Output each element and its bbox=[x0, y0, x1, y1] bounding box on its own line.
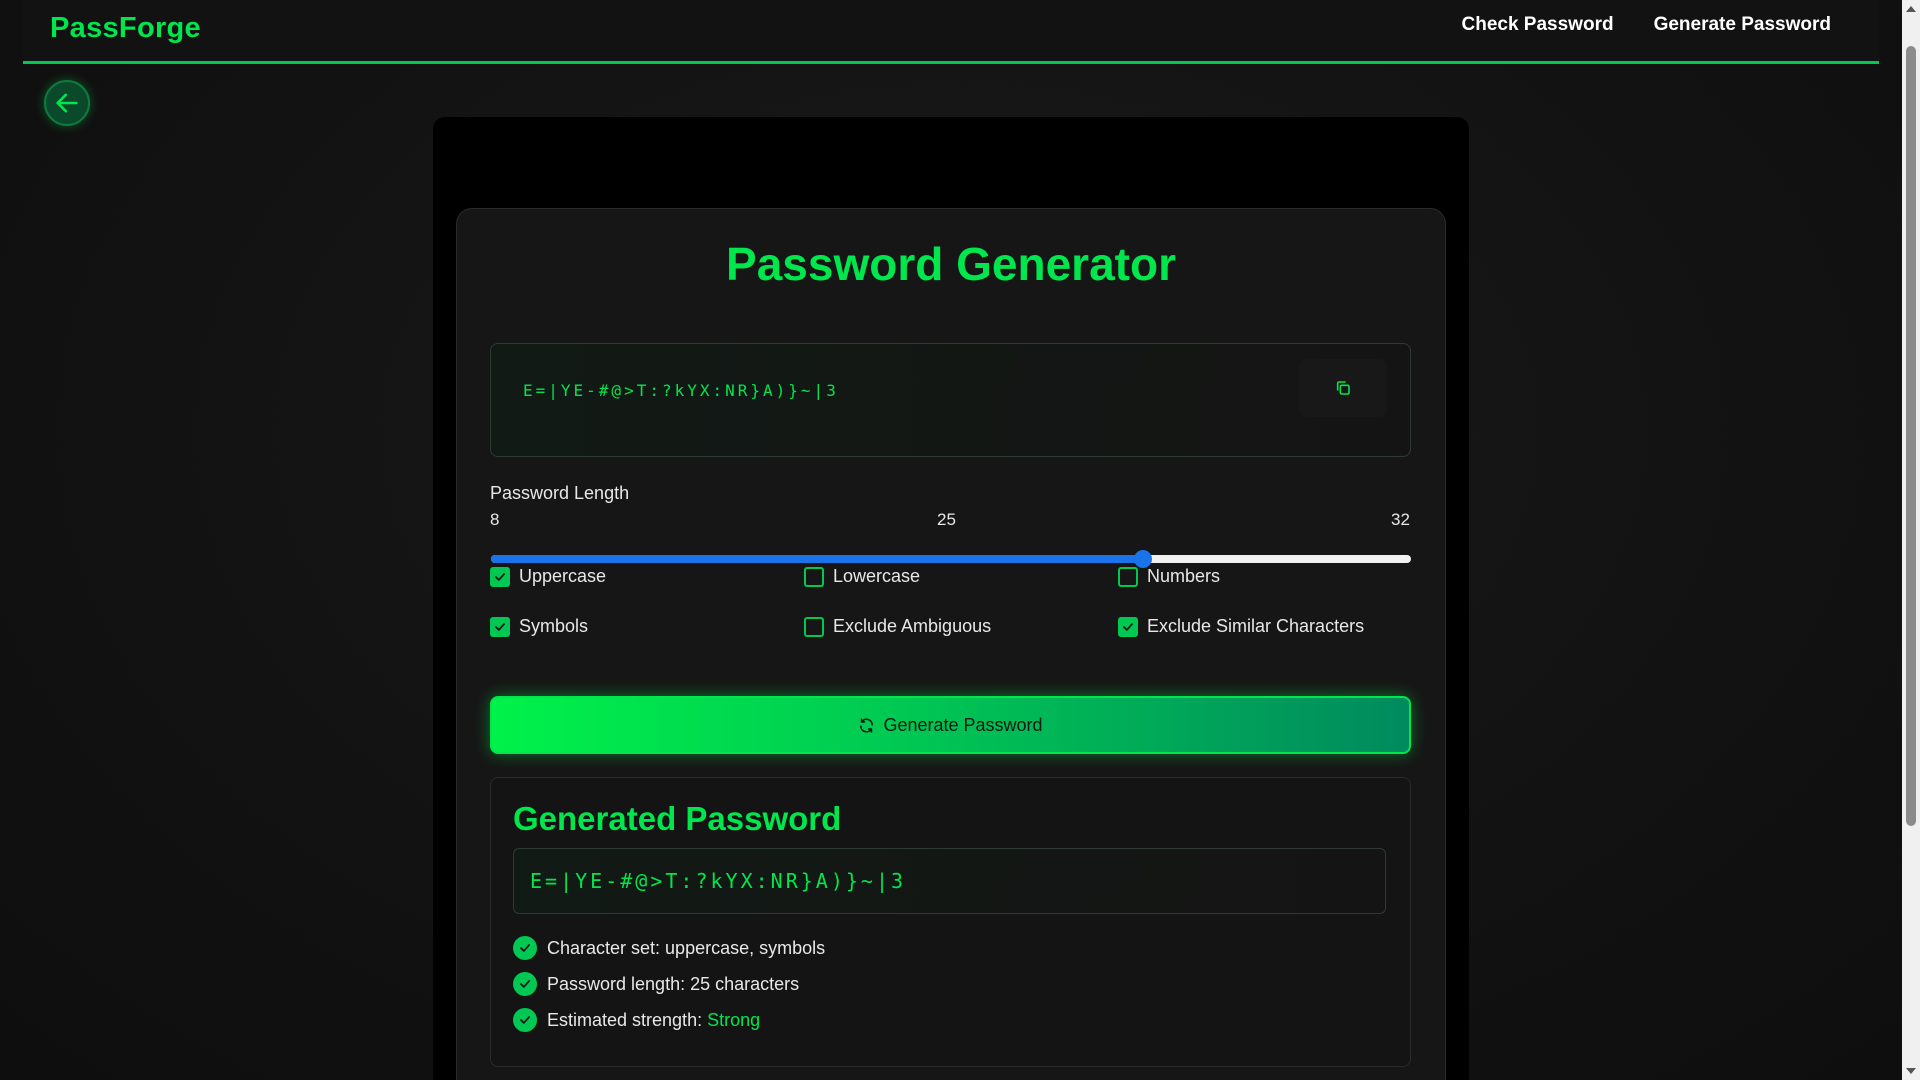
generate-password-button[interactable]: Generate Password bbox=[490, 696, 1411, 754]
scroll-down-arrow-icon[interactable] bbox=[1906, 1068, 1916, 1074]
nav-link-generate-password[interactable]: Generate Password bbox=[1654, 14, 1831, 36]
refresh-icon bbox=[860, 717, 874, 733]
check-icon bbox=[513, 972, 537, 996]
scroll-thumb[interactable] bbox=[1906, 46, 1916, 826]
nav-link-check-password[interactable]: Check Password bbox=[1462, 14, 1614, 36]
generated-password-field: E=|YE-#@>T:?kYX:NR}A)}~|3 bbox=[513, 848, 1386, 914]
numbers-checkbox[interactable] bbox=[1118, 566, 1138, 587]
symbols-label: Symbols bbox=[519, 616, 589, 636]
info-character-set: Character set: uppercase, symbols bbox=[513, 936, 825, 960]
copy-icon bbox=[1336, 381, 1350, 395]
brand-logo[interactable]: PassForge bbox=[50, 12, 201, 45]
length-min-value: 8 bbox=[490, 510, 500, 529]
option-exclude-similar[interactable]: Exclude Similar Characters bbox=[1118, 616, 1364, 637]
info-strength: Estimated strength: Strong bbox=[513, 1008, 760, 1032]
arrow-left-icon bbox=[56, 93, 78, 113]
exclude-ambiguous-checkbox[interactable] bbox=[804, 616, 824, 637]
option-exclude-ambiguous[interactable]: Exclude Ambiguous bbox=[804, 616, 991, 637]
length-current-value: 25 bbox=[937, 510, 956, 529]
uppercase-label: Uppercase bbox=[519, 566, 607, 586]
info-password-length: Password length: 25 characters bbox=[513, 972, 799, 996]
copy-button[interactable] bbox=[1299, 359, 1387, 417]
option-lowercase[interactable]: Lowercase bbox=[804, 566, 920, 587]
page-scrollbar[interactable] bbox=[1902, 0, 1920, 1080]
lowercase-label: Lowercase bbox=[833, 566, 921, 586]
check-icon bbox=[513, 936, 537, 960]
slider-fill bbox=[491, 555, 1143, 563]
generator-card: Password Generator E=|YE-#@>T:?kYX:NR}A)… bbox=[456, 208, 1446, 1080]
exclude-ambiguous-label: Exclude Ambiguous bbox=[833, 616, 992, 636]
back-button[interactable] bbox=[44, 80, 90, 126]
length-max-value: 32 bbox=[1391, 510, 1410, 529]
option-symbols[interactable]: Symbols bbox=[490, 616, 588, 637]
password-length-slider[interactable] bbox=[491, 550, 1411, 568]
option-uppercase[interactable]: Uppercase bbox=[490, 566, 606, 587]
uppercase-checkbox[interactable] bbox=[490, 566, 510, 587]
lowercase-checkbox[interactable] bbox=[804, 566, 824, 587]
strength-label: Estimated strength: bbox=[547, 1009, 708, 1030]
check-icon bbox=[513, 1008, 537, 1032]
top-navbar: PassForge Check Password Generate Passwo… bbox=[23, 0, 1879, 64]
exclude-similar-checkbox[interactable] bbox=[1118, 616, 1138, 637]
generated-password-panel: Generated Password E=|YE-#@>T:?kYX:NR}A)… bbox=[490, 777, 1411, 1067]
info-password-length-text: Password length: 25 characters bbox=[547, 973, 800, 994]
password-text[interactable]: E=|YE-#@>T:?kYX:NR}A)}~|3 bbox=[523, 381, 839, 400]
scroll-up-arrow-icon[interactable] bbox=[1906, 6, 1916, 12]
password-display: E=|YE-#@>T:?kYX:NR}A)}~|3 bbox=[490, 343, 1411, 457]
numbers-label: Numbers bbox=[1147, 566, 1221, 586]
password-length-label: Password Length bbox=[490, 483, 630, 503]
info-strength-text: Estimated strength: Strong bbox=[547, 1010, 760, 1031]
generated-password-title: Generated Password bbox=[513, 800, 842, 837]
strength-value: Strong bbox=[707, 1009, 761, 1030]
option-numbers[interactable]: Numbers bbox=[1118, 566, 1220, 587]
symbols-checkbox[interactable] bbox=[490, 616, 510, 637]
exclude-similar-label: Exclude Similar Characters bbox=[1147, 616, 1365, 636]
generate-button-label: Generate Password bbox=[883, 714, 1043, 735]
info-character-set-text: Character set: uppercase, symbols bbox=[547, 937, 826, 958]
nav-links: Check Password Generate Password bbox=[1462, 14, 1832, 36]
page-title: Password Generator bbox=[726, 238, 1176, 290]
generated-password-text[interactable]: E=|YE-#@>T:?kYX:NR}A)}~|3 bbox=[530, 869, 906, 893]
